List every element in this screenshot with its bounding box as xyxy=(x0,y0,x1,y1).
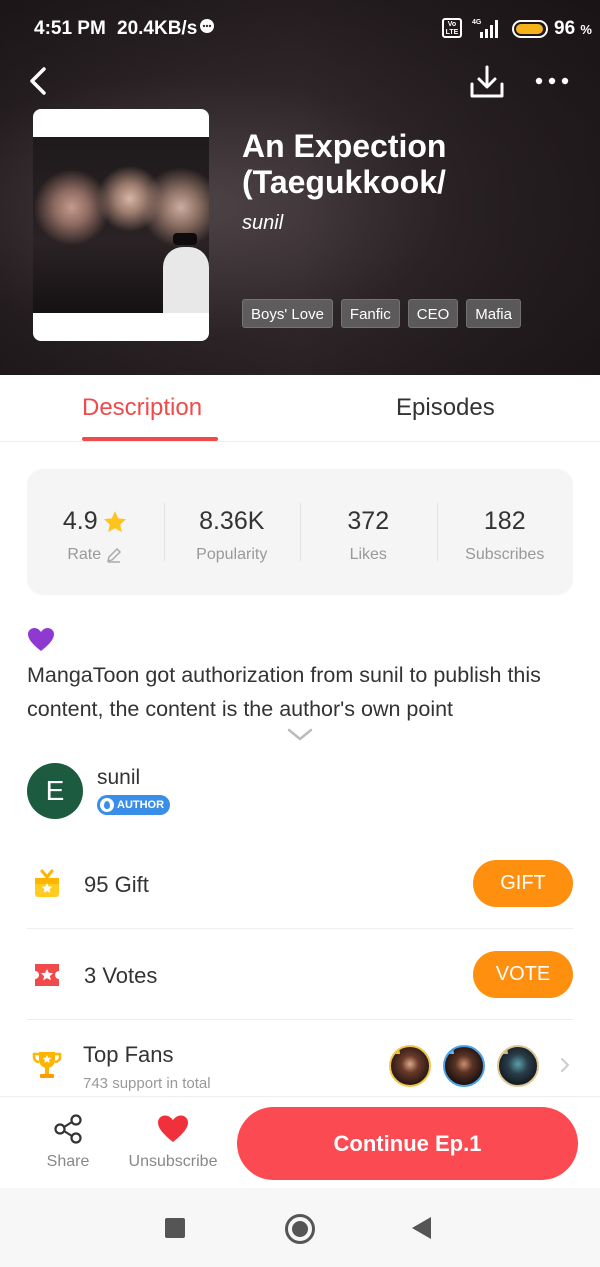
subscribes-label: Subscribes xyxy=(465,546,545,563)
system-navigation-bar xyxy=(0,1188,600,1267)
share-button[interactable]: Share xyxy=(40,1113,96,1171)
tag-chip[interactable]: Boys' Love xyxy=(242,299,333,328)
stat-popularity: 8.36K Popularity xyxy=(163,469,301,595)
tab-bar: Description Episodes xyxy=(0,375,600,442)
author-name[interactable]: sunil xyxy=(97,766,140,790)
fan-avatar[interactable] xyxy=(497,1045,539,1087)
cover-art-detail xyxy=(163,247,209,313)
system-back-icon[interactable] xyxy=(412,1217,431,1239)
author-badge-label: AUTHOR xyxy=(117,799,165,811)
stat-subscribes: 182 Subscribes xyxy=(436,469,574,595)
book-header: 4:51 PM 20.4KB/s Vo LTE 4G 96 % An Expec… xyxy=(0,0,600,375)
book-author[interactable]: sunil xyxy=(242,212,283,235)
cover-art-detail xyxy=(173,233,197,245)
book-title: An Expection (Taegukkook/ xyxy=(242,128,447,200)
stats-panel: 4.9 Rate 8.36K Popularity 372 Likes 182 … xyxy=(27,469,573,595)
share-icon xyxy=(54,1114,82,1144)
top-fans-subtitle: 743 support in total xyxy=(83,1075,211,1092)
status-time: 4:51 PM xyxy=(34,18,106,39)
rating-label-row: Rate xyxy=(67,546,123,564)
vote-row: 3 Votes VOTE xyxy=(27,930,573,1020)
gift-count: 95 Gift xyxy=(84,872,149,897)
description-text: MangaToon got authorization from sunil t… xyxy=(27,663,541,721)
heart-icon xyxy=(158,1115,188,1142)
home-icon[interactable] xyxy=(285,1214,315,1244)
status-bar: 4:51 PM 20.4KB/s Vo LTE 4G 96 % xyxy=(0,0,600,58)
top-fans-title: Top Fans xyxy=(83,1042,174,1067)
stat-rating[interactable]: 4.9 Rate xyxy=(27,469,164,595)
star-icon xyxy=(103,510,126,532)
rating-label-wrap: Rate xyxy=(27,536,164,564)
popularity-label: Popularity xyxy=(196,546,268,563)
active-tab-indicator xyxy=(82,437,218,441)
volte-icon: Vo LTE xyxy=(442,18,462,38)
share-label: Share xyxy=(46,1153,90,1170)
signal-strength-icon: 4G xyxy=(472,19,498,38)
vote-count: 3 Votes xyxy=(84,963,158,988)
fan-avatar[interactable] xyxy=(389,1045,431,1087)
book-cover-image[interactable] xyxy=(33,109,209,341)
tag-chip[interactable]: Mafia xyxy=(466,299,521,328)
popularity-label-wrap: Popularity xyxy=(164,536,301,564)
rating-label: Rate xyxy=(67,546,102,563)
edit-pencil-icon[interactable] xyxy=(105,546,123,564)
chevron-down-icon[interactable] xyxy=(286,727,314,743)
rating-value-wrap: 4.9 xyxy=(63,507,128,536)
download-icon[interactable] xyxy=(468,64,506,100)
gift-icon xyxy=(35,869,59,897)
battery-unit: % xyxy=(580,22,592,37)
recent-apps-icon[interactable] xyxy=(165,1218,185,1238)
purple-heart-icon xyxy=(28,628,54,651)
status-network-speed: 20.4KB/s xyxy=(117,18,198,39)
rating-value: 4.9 xyxy=(62,507,98,535)
top-fans-row[interactable]: Top Fans 743 support in total xyxy=(27,1020,573,1096)
unsubscribe-label: Unsubscribe xyxy=(128,1153,218,1170)
gift-button[interactable]: GIFT xyxy=(473,860,573,907)
author-badge-icon xyxy=(100,798,114,812)
network-type-label: 4G xyxy=(472,19,482,26)
vote-button[interactable]: VOTE xyxy=(473,951,573,998)
gift-row: 95 Gift GIFT xyxy=(27,839,573,929)
continue-reading-button[interactable]: Continue Ep.1 xyxy=(237,1107,578,1180)
cover-artwork xyxy=(33,137,209,313)
crown-icon xyxy=(445,1047,454,1054)
battery-icon xyxy=(512,20,548,38)
likes-label: Likes xyxy=(349,546,387,563)
tag-chip[interactable]: CEO xyxy=(407,299,459,328)
stat-likes: 372 Likes xyxy=(300,469,437,595)
likes-label-wrap: Likes xyxy=(300,536,437,564)
subscribes-value: 182 xyxy=(483,507,526,535)
chat-notification-icon xyxy=(200,19,214,33)
crown-icon xyxy=(391,1047,400,1054)
battery-percent: 96 xyxy=(554,18,576,39)
battery-readout: 96 % xyxy=(554,18,592,40)
battery-fill xyxy=(516,24,543,34)
subscribes-label-wrap: Subscribes xyxy=(437,536,574,564)
tag-list: Boys' Love Fanfic CEO Mafia xyxy=(242,299,521,328)
trophy-icon xyxy=(32,1052,62,1078)
unsubscribe-button[interactable]: Unsubscribe xyxy=(126,1113,220,1171)
crown-icon xyxy=(499,1047,508,1054)
author-badge: AUTHOR xyxy=(97,795,171,815)
tab-episodes[interactable]: Episodes xyxy=(396,394,495,422)
more-options-icon[interactable] xyxy=(532,70,572,92)
popularity-value: 8.36K xyxy=(199,507,265,535)
chevron-right-icon[interactable] xyxy=(559,1056,571,1074)
back-arrow-icon[interactable] xyxy=(22,64,56,98)
likes-value: 372 xyxy=(347,507,390,535)
tab-description[interactable]: Description xyxy=(82,394,202,422)
fan-avatar[interactable] xyxy=(443,1045,485,1087)
bottom-action-bar: Share Unsubscribe Continue Ep.1 xyxy=(0,1096,600,1188)
avatar[interactable]: E xyxy=(27,763,83,819)
tag-chip[interactable]: Fanfic xyxy=(340,299,400,328)
vote-ticket-icon xyxy=(35,964,59,986)
